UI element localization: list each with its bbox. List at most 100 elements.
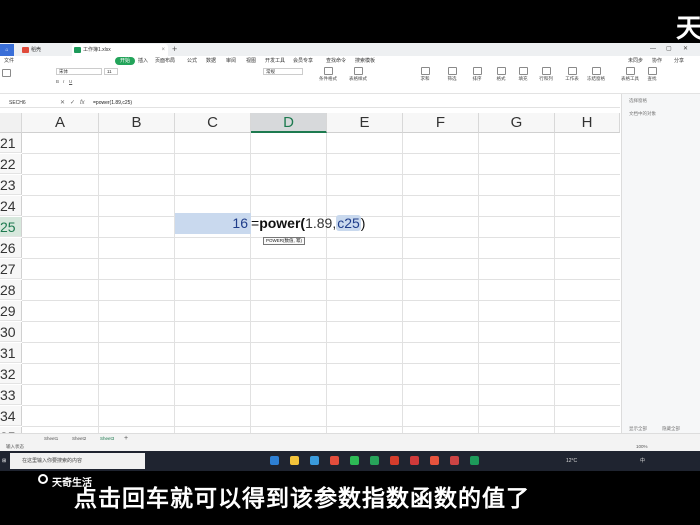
- new-tab-icon[interactable]: +: [172, 43, 177, 55]
- col-header-a[interactable]: A: [22, 113, 99, 133]
- confirm-formula-icon[interactable]: ✓: [70, 99, 75, 108]
- pane-subtitle: 文档中的对象: [629, 111, 656, 116]
- sheet-grid[interactable]: A B C D E F G H 21 22 23 24 25 26 27 28 …: [0, 113, 620, 433]
- edge-icon[interactable]: [270, 456, 279, 465]
- row-header-22[interactable]: 22: [0, 154, 22, 174]
- table-tools-button[interactable]: 表格工具: [620, 67, 640, 82]
- row-header-25[interactable]: 25: [0, 217, 22, 237]
- filter-button[interactable]: 筛选: [445, 67, 459, 82]
- col-header-d[interactable]: D: [251, 113, 327, 133]
- row-header-32[interactable]: 32: [0, 364, 22, 384]
- row-header-28[interactable]: 28: [0, 280, 22, 300]
- sheet-tab-bar: Sheet1 Sheet2 Sheet3 +: [0, 433, 700, 444]
- table-style-button[interactable]: 表格样式: [348, 67, 368, 82]
- app-icon[interactable]: [470, 456, 479, 465]
- name-box[interactable]: SECH6: [0, 99, 45, 108]
- row-header-21[interactable]: 21: [0, 133, 22, 153]
- weather-temp[interactable]: 12°C: [566, 451, 577, 471]
- grid-line: [554, 133, 555, 433]
- find-button[interactable]: 查找: [645, 67, 659, 82]
- col-header-h[interactable]: H: [555, 113, 620, 133]
- collab-button[interactable]: 协作: [652, 56, 662, 66]
- bold-button[interactable]: B: [56, 79, 59, 85]
- font-name-select[interactable]: 宋体: [56, 68, 102, 75]
- show-all-button[interactable]: 显示全部: [629, 426, 647, 432]
- menu-review[interactable]: 审阅: [226, 56, 236, 66]
- menu-data[interactable]: 数据: [206, 56, 216, 66]
- menu-view[interactable]: 视图: [246, 56, 256, 66]
- formula-bar: SECH6 ✕ ✓ fx =power(1.89,c25): [0, 99, 620, 108]
- sort-icon: [472, 67, 482, 75]
- conditional-format-button[interactable]: 条件格式: [318, 67, 338, 82]
- hide-all-button[interactable]: 隐藏全部: [662, 426, 680, 432]
- format-button[interactable]: 格式: [494, 67, 508, 82]
- col-header-c[interactable]: C: [175, 113, 251, 133]
- number-format-select[interactable]: 常规: [263, 68, 303, 75]
- menu-dev[interactable]: 开发工具: [265, 56, 285, 66]
- row-header-26[interactable]: 26: [0, 238, 22, 258]
- freeze-button[interactable]: 冻结窗格: [586, 67, 606, 82]
- fx-icon[interactable]: fx: [80, 99, 85, 108]
- row-header-33[interactable]: 33: [0, 385, 22, 405]
- menu-search-command[interactable]: 查找命令: [326, 56, 346, 66]
- menu-formula[interactable]: 公式: [187, 56, 197, 66]
- worksheet-button[interactable]: 工作表: [562, 67, 582, 82]
- menu-layout[interactable]: 页面布局: [155, 56, 175, 66]
- app-icon[interactable]: [370, 456, 379, 465]
- close-tab-icon[interactable]: ×: [161, 44, 165, 56]
- menu-insert[interactable]: 插入: [138, 56, 148, 66]
- app-icon[interactable]: [430, 456, 439, 465]
- sort-button[interactable]: 排序: [470, 67, 484, 82]
- row-header-34[interactable]: 34: [0, 406, 22, 426]
- row-header-30[interactable]: 30: [0, 322, 22, 342]
- minimize-icon[interactable]: —: [650, 43, 656, 56]
- formula-input[interactable]: =power(1.89,c25): [93, 99, 132, 108]
- cell-c25[interactable]: 16: [175, 213, 251, 234]
- sum-button[interactable]: 求和: [418, 67, 432, 82]
- row-col-button[interactable]: 行和列: [538, 67, 554, 82]
- share-button[interactable]: 分享: [674, 56, 684, 66]
- grid-line: [22, 426, 620, 427]
- row-header-31[interactable]: 31: [0, 343, 22, 363]
- taskbar-search-input[interactable]: 在这里输入你要搜索的内容: [10, 453, 145, 469]
- col-header-g[interactable]: G: [479, 113, 555, 133]
- app-icon[interactable]: [450, 456, 459, 465]
- fill-button[interactable]: 填充: [516, 67, 530, 82]
- row-header-24[interactable]: 24: [0, 196, 22, 216]
- sync-status[interactable]: 未同步: [628, 56, 643, 66]
- wechat-icon[interactable]: [350, 456, 359, 465]
- app-icon[interactable]: [410, 456, 419, 465]
- row-header-29[interactable]: 29: [0, 301, 22, 321]
- close-window-icon[interactable]: ✕: [683, 43, 688, 56]
- menu-search-template[interactable]: 搜索模板: [355, 56, 375, 66]
- row-header-27[interactable]: 27: [0, 259, 22, 279]
- worksheet-icon: [567, 67, 577, 75]
- tab-docer[interactable]: 稻壳: [20, 44, 70, 56]
- app-icon[interactable]: [330, 456, 339, 465]
- home-tab[interactable]: ⌂: [0, 44, 14, 56]
- app-icon[interactable]: [310, 456, 319, 465]
- underline-button[interactable]: U: [69, 79, 72, 85]
- font-size-select[interactable]: 11: [104, 68, 118, 75]
- wps-icon[interactable]: [390, 456, 399, 465]
- tab-workbook[interactable]: 工作簿1.xlsx ×: [72, 44, 168, 56]
- start-icon[interactable]: ⊞: [2, 451, 6, 471]
- menu-file[interactable]: 文件: [4, 56, 14, 66]
- select-all-corner[interactable]: [0, 113, 22, 133]
- col-header-f[interactable]: F: [403, 113, 479, 133]
- formula-function: power(: [259, 215, 306, 231]
- zoom-level[interactable]: 100%: [636, 442, 648, 451]
- row-header-23[interactable]: 23: [0, 175, 22, 195]
- italic-button[interactable]: I: [63, 79, 64, 85]
- maximize-icon[interactable]: ▢: [666, 43, 672, 56]
- paste-button[interactable]: [2, 69, 11, 78]
- menu-start[interactable]: 开始: [115, 57, 136, 65]
- col-header-e[interactable]: E: [327, 113, 403, 133]
- label: 表格工具: [621, 76, 639, 81]
- cell-d25-editor[interactable]: =power(1.89,c25): [251, 213, 381, 234]
- menu-member[interactable]: 会员专享: [293, 56, 313, 66]
- folder-icon[interactable]: [290, 456, 299, 465]
- cancel-formula-icon[interactable]: ✕: [60, 99, 65, 108]
- col-header-b[interactable]: B: [99, 113, 175, 133]
- ime-indicator[interactable]: 中: [640, 451, 645, 471]
